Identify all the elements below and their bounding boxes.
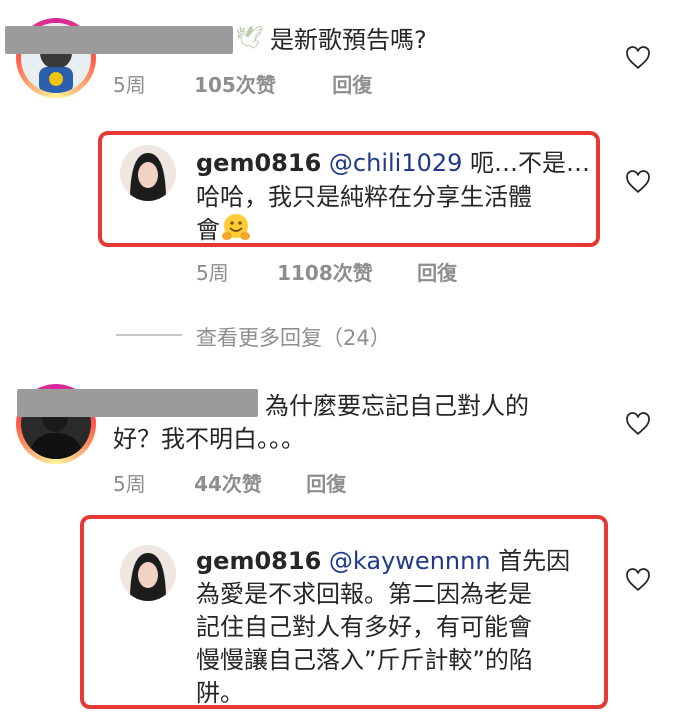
username[interactable]: gem0816 [196, 149, 321, 177]
reply-text-line: 呃…不是… [462, 149, 591, 177]
reply-text: gem0816 @kaywennnn 首先因 [196, 543, 570, 579]
view-more-replies[interactable]: 查看更多回复（24） [196, 322, 391, 352]
comment-meta: 5周 105次赞 回復 [113, 69, 372, 98]
divider [116, 334, 182, 336]
like-count[interactable]: 44次赞 [194, 472, 262, 496]
reply-text-line: 為愛是不求回報。第二因為老是 [196, 580, 532, 608]
avatar[interactable] [120, 545, 176, 601]
reply-text-line: 記住自己對人有多好，有可能會 [196, 613, 532, 641]
mention-link[interactable]: @kaywennnn [329, 547, 491, 575]
like-count[interactable]: 1108次赞 [277, 261, 373, 285]
username[interactable]: gem0816 [196, 547, 321, 575]
heart-icon[interactable] [624, 568, 652, 592]
comment-time: 5周 [113, 73, 146, 97]
comment-text: 是新歌預告嗎? [270, 26, 427, 54]
hugging-face-icon [220, 212, 252, 252]
comment-time: 5周 [196, 261, 229, 285]
comment-text: 為什麼要忘記自己對人的 [265, 392, 529, 420]
reply-meta: 5周 1108次赞 回復 [196, 257, 457, 286]
comment-text: 好？我不明白。。。 [113, 425, 305, 453]
reply-text-line: 阱。 [196, 679, 244, 707]
avatar[interactable] [120, 145, 176, 201]
heart-icon[interactable] [624, 46, 652, 70]
comment-meta: 5周 44次赞 回復 [113, 468, 346, 497]
like-count[interactable]: 105次赞 [194, 73, 276, 97]
mention-link[interactable]: @chili1029 [329, 149, 463, 177]
redacted-username [17, 389, 258, 417]
heart-icon[interactable] [624, 412, 652, 436]
reply-button[interactable]: 回復 [332, 73, 372, 97]
reply-button[interactable]: 回復 [417, 261, 457, 285]
reply-text: gem0816 @chili1029 呃…不是… [196, 145, 590, 181]
reply-text-line: 哈哈，我只是純粹在分享生活體 [196, 183, 532, 211]
comment-time: 5周 [113, 472, 146, 496]
reply-text-line-3: 會 [196, 212, 252, 252]
reply-text-line: 會 [196, 216, 220, 244]
reply-text-line: 慢慢讓自己落入”斤斤計較”的陷 [196, 646, 533, 674]
reply-button[interactable]: 回復 [306, 472, 346, 496]
reply-text-line: 首先因 [490, 547, 571, 575]
dove-icon: 🕊 [235, 26, 263, 51]
heart-icon[interactable] [624, 170, 652, 194]
redacted-username [5, 26, 233, 54]
